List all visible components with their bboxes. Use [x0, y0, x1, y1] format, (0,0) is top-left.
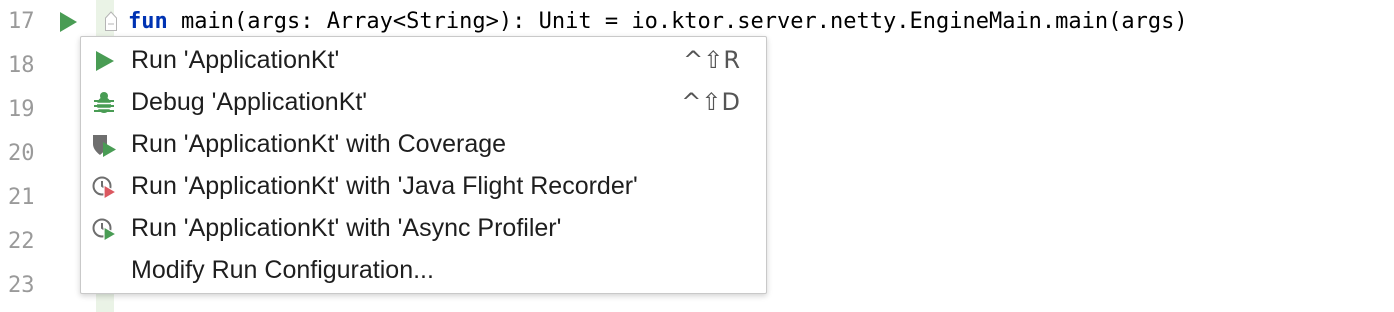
line-number: 22	[8, 229, 35, 254]
line-number: 23	[8, 273, 35, 298]
profiler-async-icon	[92, 218, 117, 242]
line-number: 21	[8, 185, 35, 210]
menu-item-label: Run 'ApplicationKt' with 'Async Profiler…	[131, 214, 562, 242]
coverage-shield-icon	[93, 135, 116, 157]
line-number: 17	[8, 9, 35, 34]
line-number: 18	[8, 53, 35, 78]
code-line-17[interactable]: fun main(args: Array<String>): Unit = io…	[128, 8, 1188, 36]
menu-item-debug[interactable]: Debug 'ApplicationKt' ^⇧D	[81, 81, 766, 123]
debug-bug-icon	[94, 92, 114, 113]
menu-item-label: Modify Run Configuration...	[131, 256, 434, 284]
run-gutter-icon[interactable]	[58, 11, 78, 33]
menu-item-label: Debug 'ApplicationKt'	[131, 88, 368, 116]
menu-item-run-with-coverage[interactable]: Run 'ApplicationKt' with Coverage	[81, 123, 766, 165]
run-context-menu: Run 'ApplicationKt' ^⇧R Debug 'Applicati…	[80, 36, 767, 294]
menu-item-label: Run 'ApplicationKt'	[131, 46, 340, 74]
run-icon	[96, 51, 114, 71]
line-number: 20	[8, 141, 35, 166]
menu-item-modify-run-configuration[interactable]: Modify Run Configuration...	[81, 249, 766, 291]
line-number: 19	[8, 97, 35, 122]
keyword-fun: fun	[128, 9, 168, 34]
menu-item-run-with-flight-recorder[interactable]: Run 'ApplicationKt' with 'Java Flight Re…	[81, 165, 766, 207]
menu-item-label: Run 'ApplicationKt' with Coverage	[131, 130, 507, 158]
menu-item-label: Run 'ApplicationKt' with 'Java Flight Re…	[131, 172, 638, 200]
fold-marker-icon[interactable]	[104, 10, 118, 32]
menu-item-shortcut: ^⇧D	[681, 88, 740, 116]
code-editor[interactable]: 17 18 19 20 21 22 23 fun main(args: Arra…	[0, 0, 1394, 312]
menu-item-run[interactable]: Run 'ApplicationKt' ^⇧R	[81, 39, 766, 81]
profiler-flight-recorder-icon	[92, 176, 117, 200]
code-text: main(args: Array<String>): Unit = io.kto…	[167, 9, 1188, 34]
menu-item-run-with-async-profiler[interactable]: Run 'ApplicationKt' with 'Async Profiler…	[81, 207, 766, 249]
menu-item-shortcut: ^⇧R	[683, 46, 740, 74]
